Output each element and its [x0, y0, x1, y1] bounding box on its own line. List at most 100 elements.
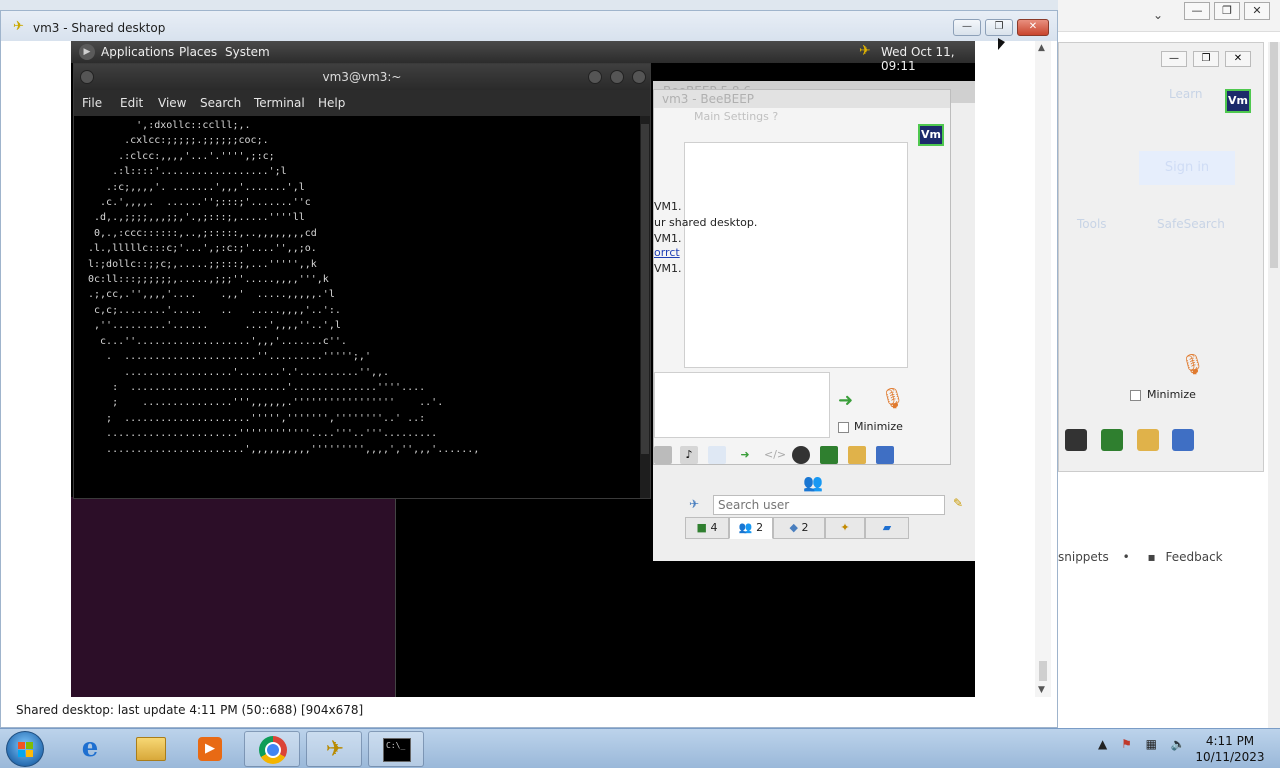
minimize-button[interactable]: —	[953, 19, 981, 36]
beebeep-window[interactable]: BeeBEEP 5.8.6 vm3 - BeeBEEP Main Setting…	[653, 81, 975, 561]
taskbar-chrome[interactable]	[244, 731, 300, 767]
beebeep-chat-window[interactable]: vm3 - BeeBEEP Main Settings ? Vm VM1. ur…	[653, 89, 951, 465]
desktop-scrollbar-thumb[interactable]	[1039, 661, 1047, 681]
emoticon-icon[interactable]	[654, 446, 672, 464]
background-minimize-button[interactable]: —	[1184, 2, 1210, 20]
tab-files[interactable]: ▰	[865, 517, 909, 539]
terminal-output[interactable]: ',:dxollc::cclll;,. .cxlcc:;;;;;.;;;;;;c…	[74, 116, 640, 498]
volume-icon[interactable]: 🔈	[1171, 737, 1186, 751]
clear-search-icon[interactable]: ✎	[953, 496, 963, 510]
background-minimize-checkbox[interactable]: Minimize	[1130, 388, 1196, 401]
taskbar-beebeep[interactable]: ✈	[306, 731, 362, 767]
chat-titlebar[interactable]: vm3 - BeeBEEP	[654, 90, 950, 108]
applications-menu[interactable]: Applications	[101, 45, 174, 59]
taskbar-command-prompt[interactable]: C:\_	[368, 731, 424, 767]
maximize-button[interactable]: ❐	[985, 19, 1013, 36]
menu-terminal[interactable]: Terminal	[254, 96, 305, 110]
background-restore-button[interactable]: ❐	[1214, 2, 1240, 20]
menu-edit[interactable]: Edit	[120, 96, 143, 110]
panel-restore-button[interactable]: ❐	[1193, 51, 1219, 67]
send-message-icon[interactable]: ➜	[838, 390, 853, 411]
network-icon[interactable]: ▦	[1146, 737, 1157, 751]
tab-chats[interactable]: ■ 4	[685, 517, 729, 539]
terminal-maximize-button[interactable]	[610, 70, 624, 84]
file-icon[interactable]	[708, 446, 726, 464]
tab-groups[interactable]: ◆ 2	[773, 517, 825, 539]
screenshot-icon[interactable]	[820, 446, 838, 464]
screenshot-icon[interactable]	[1100, 429, 1123, 451]
menu-search[interactable]: Search	[200, 96, 241, 110]
record-icon[interactable]	[1065, 429, 1087, 451]
taskbar-file-explorer[interactable]	[122, 731, 178, 767]
vm-avatar-badge: Vm	[1225, 89, 1251, 113]
gnome-logo-icon[interactable]: ▶	[79, 44, 95, 60]
share-icon[interactable]: ➜	[736, 446, 754, 464]
notes-icon[interactable]	[1136, 429, 1159, 451]
show-hidden-icons[interactable]: ▲	[1098, 737, 1107, 751]
users-group-icon[interactable]: 👥	[803, 473, 823, 492]
chat-message-input[interactable]	[654, 372, 830, 438]
scroll-up-arrow[interactable]: ▲	[1038, 43, 1045, 53]
tools-link[interactable]: Tools	[1077, 217, 1107, 231]
vm-avatar-badge: Vm	[918, 124, 944, 146]
tab-network[interactable]: ✦	[825, 517, 865, 539]
save-icon[interactable]	[876, 446, 894, 464]
gnome-clock[interactable]: Wed Oct 11, 09:11	[881, 45, 975, 73]
background-close-button[interactable]: ✕	[1244, 2, 1270, 20]
taskbar-clock[interactable]: 4:11 PM 10/11/2023	[1192, 733, 1268, 765]
start-button[interactable]	[6, 731, 44, 767]
minimize-checkbox[interactable]: Minimize	[838, 420, 903, 433]
panel-close-button[interactable]: ✕	[1225, 51, 1251, 67]
remote-desktop-view[interactable]: ▶ Applications Places System ✈ Wed Oct 1…	[71, 41, 975, 697]
close-button[interactable]: ✕	[1017, 19, 1049, 36]
snippets-link[interactable]: snippets	[1058, 550, 1109, 564]
terminal-close-button[interactable]	[632, 70, 646, 84]
learn-link[interactable]: Learn	[1169, 87, 1203, 101]
terminal-scrollbar-thumb[interactable]	[641, 124, 649, 454]
record-icon[interactable]	[792, 446, 810, 464]
action-center-icon[interactable]: ⚑	[1121, 737, 1132, 751]
remote-desktop-background	[71, 497, 395, 697]
background-scrollbar-thumb[interactable]	[1270, 42, 1278, 268]
microphone-icon[interactable]: 🎙	[880, 386, 905, 410]
panel-minimize-button[interactable]: —	[1161, 51, 1187, 67]
beebeep-tabs: ■ 4 👥 2 ◆ 2 ✦ ▰	[685, 517, 975, 539]
music-icon[interactable]: ♪	[680, 446, 698, 464]
scroll-down-arrow[interactable]: ▼	[1038, 685, 1045, 695]
desktop-scrollbar[interactable]: ▲ ▼	[1035, 41, 1051, 697]
menu-view[interactable]: View	[158, 96, 186, 110]
taskbar-internet-explorer[interactable]: e	[62, 731, 118, 767]
background-scrollbar[interactable]	[1268, 42, 1280, 728]
command-prompt-icon: C:\_	[383, 738, 411, 762]
terminal-scrollbar[interactable]	[640, 116, 650, 498]
microphone-icon[interactable]: 🎙	[1180, 352, 1205, 376]
safesearch-link[interactable]: SafeSearch	[1157, 217, 1225, 231]
code-icon[interactable]: </>	[764, 446, 786, 464]
notes-icon[interactable]	[848, 446, 866, 464]
beebeep-user-area	[685, 471, 975, 493]
terminal-window[interactable]: vm3@vm3:~ File Edit View Search Terminal…	[73, 63, 651, 499]
system-tray: ▲ ⚑ ▦ 🔈	[1098, 737, 1196, 751]
taskbar-media-player[interactable]: ▶	[182, 731, 238, 767]
beebeep-icon: ✈	[325, 737, 345, 762]
window-titlebar[interactable]: ✈ vm3 - Shared desktop — ❐ ✕	[1, 11, 1057, 41]
feedback-link[interactable]: Feedback	[1165, 550, 1222, 564]
terminal-titlebar[interactable]: vm3@vm3:~	[74, 64, 650, 90]
status-bar: Shared desktop: last update 4:11 PM (50:…	[1, 699, 1057, 727]
chat-messages-panel[interactable]	[684, 142, 908, 368]
chevron-down-icon[interactable]: ⌄	[1153, 8, 1163, 22]
message-link[interactable]: orrct	[654, 246, 680, 259]
beebeep-tray-icon[interactable]: ✈	[859, 43, 871, 59]
menu-file[interactable]: File	[82, 96, 102, 110]
search-user-input[interactable]	[713, 495, 945, 515]
background-toolbar	[1065, 429, 1225, 459]
menu-help[interactable]: Help	[318, 96, 345, 110]
sign-in-button[interactable]: Sign in	[1139, 151, 1235, 185]
tab-users[interactable]: 👥 2	[729, 517, 773, 539]
places-menu[interactable]: Places	[179, 45, 217, 59]
save-icon[interactable]	[1172, 429, 1195, 451]
media-player-icon: ▶	[198, 737, 222, 761]
terminal-minimize-button[interactable]	[588, 70, 602, 84]
chat-menubar[interactable]: Main Settings ?	[694, 110, 778, 123]
system-menu[interactable]: System	[225, 45, 270, 59]
